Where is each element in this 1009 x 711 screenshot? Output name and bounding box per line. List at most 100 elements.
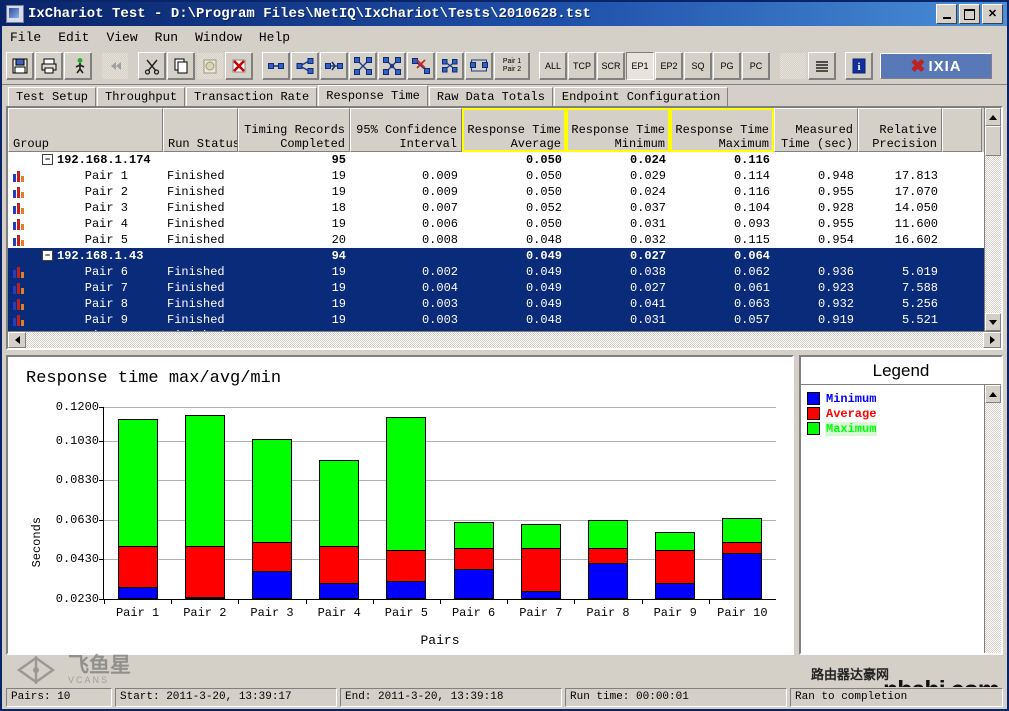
tab-endpoint-configuration[interactable]: Endpoint Configuration bbox=[554, 87, 728, 106]
menu-window[interactable]: Window bbox=[195, 30, 242, 45]
swap-endpoints-button[interactable] bbox=[465, 52, 493, 80]
table-row[interactable]: Pair 6Finished190.0020.0490.0380.0620.93… bbox=[8, 264, 984, 280]
grid-vertical-scrollbar[interactable] bbox=[984, 108, 1001, 331]
legend-entry[interactable]: Maximum bbox=[807, 421, 984, 436]
grid-cell-avg: 0.050 bbox=[462, 217, 566, 231]
menu-file[interactable]: File bbox=[10, 30, 41, 45]
filter-pg-button[interactable]: PG bbox=[713, 52, 741, 80]
add-multicast-pair-button[interactable] bbox=[291, 52, 319, 80]
table-row[interactable]: Pair 3Finished180.0070.0520.0370.1040.92… bbox=[8, 200, 984, 216]
grid-cell-group: Pair 1 bbox=[8, 169, 163, 183]
minimize-button[interactable] bbox=[936, 4, 957, 24]
table-row[interactable]: Pair 4Finished190.0060.0500.0310.0930.95… bbox=[8, 216, 984, 232]
delete-button[interactable] bbox=[225, 52, 253, 80]
legend-entry[interactable]: Minimum bbox=[807, 391, 984, 406]
add-pair-button[interactable] bbox=[262, 52, 290, 80]
scroll-left-button[interactable] bbox=[8, 332, 26, 348]
grid-column-header[interactable]: 95% ConfidenceInterval bbox=[350, 108, 462, 152]
filter-sq-button[interactable]: SQ bbox=[684, 52, 712, 80]
filter-ep2-button[interactable]: EP2 bbox=[655, 52, 683, 80]
hscroll-track[interactable] bbox=[26, 332, 983, 348]
filter-all-button[interactable]: ALL bbox=[539, 52, 567, 80]
grid-cell-ci: 0.003 bbox=[350, 313, 462, 327]
grid-horizontal-scrollbar[interactable] bbox=[8, 331, 1001, 348]
grid-column-header[interactable]: Response TimeMaximum bbox=[670, 108, 774, 152]
filter-scr-button[interactable]: SCR bbox=[597, 52, 625, 80]
pair-columns-line2: Pair 2 bbox=[503, 66, 521, 74]
chart-x-tick-mark bbox=[709, 599, 710, 604]
group-pair-button[interactable] bbox=[436, 52, 464, 80]
filter-tcp-button[interactable]: TCP bbox=[568, 52, 596, 80]
grid-column-header[interactable]: MeasuredTime (sec) bbox=[774, 108, 858, 152]
table-row[interactable]: Pair 5Finished200.0080.0480.0320.1150.95… bbox=[8, 232, 984, 248]
close-button[interactable]: ✕ bbox=[982, 4, 1003, 24]
grid-column-header[interactable]: Response TimeMinimum bbox=[566, 108, 670, 152]
tab-response-time[interactable]: Response Time bbox=[318, 85, 428, 106]
grid-cell-max: 0.115 bbox=[670, 233, 774, 247]
table-row[interactable]: Pair 9Finished190.0030.0480.0310.0570.91… bbox=[8, 312, 984, 328]
menu-run[interactable]: Run bbox=[155, 30, 178, 45]
table-row[interactable]: Pair 8Finished190.0030.0490.0410.0630.93… bbox=[8, 296, 984, 312]
cut-button[interactable] bbox=[138, 52, 166, 80]
grid-group-row[interactable]: −192.168.1.174950.0500.0240.116 bbox=[8, 152, 984, 168]
edit-pair-button[interactable] bbox=[407, 52, 435, 80]
chart-y-tick-mark bbox=[99, 407, 104, 408]
menu-help[interactable]: Help bbox=[259, 30, 290, 45]
maximize-button[interactable] bbox=[959, 4, 980, 24]
tab-transaction-rate[interactable]: Transaction Rate bbox=[186, 87, 317, 106]
scroll-down-button[interactable] bbox=[985, 313, 1001, 331]
tab-test-setup[interactable]: Test Setup bbox=[8, 87, 96, 106]
add-video-pair-button[interactable] bbox=[378, 52, 406, 80]
expander-icon[interactable]: − bbox=[42, 154, 53, 165]
legend-scroll-up-button[interactable] bbox=[985, 385, 1001, 403]
paste-button[interactable] bbox=[196, 52, 224, 80]
table-row[interactable]: Pair 1Finished190.0090.0500.0290.1140.94… bbox=[8, 168, 984, 184]
tab-throughput[interactable]: Throughput bbox=[97, 87, 185, 106]
expander-icon[interactable]: − bbox=[42, 250, 53, 261]
tab-raw-data-totals[interactable]: Raw Data Totals bbox=[429, 87, 553, 106]
grid-column-header[interactable]: Run Status bbox=[163, 108, 238, 152]
table-row[interactable]: Pair 2Finished190.0090.0500.0240.1160.95… bbox=[8, 184, 984, 200]
grid-column-header[interactable]: Timing RecordsCompleted bbox=[238, 108, 350, 152]
grid-cell-measured: 0.936 bbox=[774, 265, 858, 279]
status-pairs: Pairs: 10 bbox=[6, 688, 112, 707]
save-button[interactable] bbox=[6, 52, 34, 80]
scroll-thumb[interactable] bbox=[985, 126, 1001, 156]
grid-column-header[interactable]: Response TimeAverage bbox=[462, 108, 566, 152]
legend-scrollbar[interactable] bbox=[984, 385, 1001, 653]
grid-cell-measured: 0.923 bbox=[774, 281, 858, 295]
copy-button[interactable] bbox=[167, 52, 195, 80]
add-voip-pair-button[interactable] bbox=[320, 52, 348, 80]
add-hardware-pair-button[interactable] bbox=[349, 52, 377, 80]
group-label: −192.168.1.174 bbox=[42, 153, 151, 167]
run-button[interactable] bbox=[64, 52, 92, 80]
rewind-button[interactable] bbox=[101, 52, 129, 80]
grid-group-row[interactable]: −192.168.1.43940.0490.0270.064 bbox=[8, 248, 984, 264]
grid-column-header[interactable]: RelativePrecision bbox=[858, 108, 942, 152]
grid-cell-min: 0.031 bbox=[566, 313, 670, 327]
print-button[interactable] bbox=[35, 52, 63, 80]
scroll-track[interactable] bbox=[985, 156, 1001, 313]
grid-dots-icon[interactable] bbox=[779, 52, 807, 80]
filter-ep1-button[interactable]: EP1 bbox=[626, 52, 654, 80]
grid-cell-status: Finished bbox=[163, 169, 238, 183]
filter-pc-button[interactable]: PC bbox=[742, 52, 770, 80]
info-icon[interactable]: i bbox=[845, 52, 873, 80]
chart-y-tick-mark bbox=[99, 480, 104, 481]
status-end: End: 2011-3-20, 13:39:18 bbox=[340, 688, 562, 707]
menu-view[interactable]: View bbox=[106, 30, 137, 45]
legend-scroll-track[interactable] bbox=[985, 403, 1001, 653]
pair-columns-button[interactable]: Pair 1 Pair 2 bbox=[494, 52, 530, 80]
grid-cell-ci: 0.008 bbox=[350, 233, 462, 247]
grid-cell-group: Pair 6 bbox=[8, 265, 163, 279]
legend-entry[interactable]: Average bbox=[807, 406, 984, 421]
scroll-up-button[interactable] bbox=[985, 108, 1001, 126]
scroll-right-button[interactable] bbox=[983, 332, 1001, 348]
lines-icon[interactable] bbox=[808, 52, 836, 80]
watermark-cn-right: 路由器达豪网 bbox=[811, 664, 889, 683]
grid-column-header[interactable]: Group bbox=[8, 108, 163, 152]
grid-column-header[interactable] bbox=[942, 108, 982, 152]
grid-cell-avg: 0.048 bbox=[462, 233, 566, 247]
table-row[interactable]: Pair 7Finished190.0040.0490.0270.0610.92… bbox=[8, 280, 984, 296]
menu-edit[interactable]: Edit bbox=[58, 30, 89, 45]
